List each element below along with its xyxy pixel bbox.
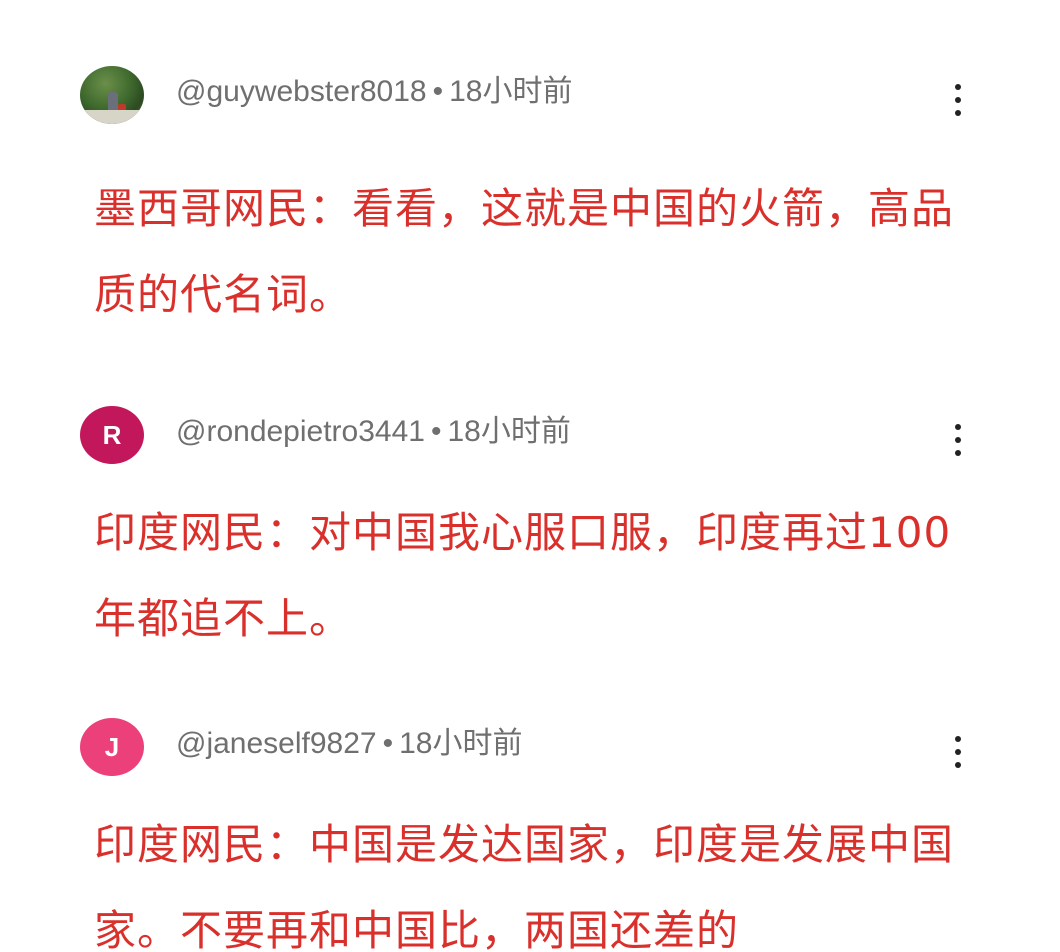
comment-text: 墨西哥网民：看看，这就是中国的火箭，高品质的代名词。	[94, 184, 955, 319]
meta-separator: •	[382, 727, 394, 760]
comment-time: 18小时前	[449, 75, 573, 108]
comment-meta: @rondepietro3441 • 18小时前	[176, 412, 571, 452]
avatar[interactable]: R	[80, 406, 144, 464]
more-vertical-icon	[955, 97, 961, 103]
author-handle[interactable]: @rondepietro3441	[176, 415, 425, 448]
more-options-button[interactable]	[942, 732, 974, 772]
avatar-letter: J	[104, 731, 120, 762]
more-vertical-icon	[955, 84, 961, 90]
more-vertical-icon	[955, 736, 961, 742]
more-vertical-icon	[955, 424, 961, 430]
avatar-letter: R	[102, 419, 122, 450]
comment-header: R @rondepietro3441 • 18小时前	[80, 406, 1020, 466]
comment-time: 18小时前	[447, 415, 571, 448]
comment-text: 印度网民：中国是发达国家，印度是发展中国家。不要再和中国比，两国还差的	[94, 820, 955, 952]
comment-header: J @janeself9827 • 18小时前	[80, 718, 1020, 778]
more-vertical-icon	[955, 437, 961, 443]
avatar-ground	[80, 110, 144, 124]
more-vertical-icon	[955, 110, 961, 116]
avatar[interactable]: J	[80, 718, 144, 776]
more-options-button[interactable]	[942, 80, 974, 120]
comment-header: @guywebster8018 • 18小时前	[80, 66, 1020, 126]
more-vertical-icon	[955, 450, 961, 456]
meta-separator: •	[432, 75, 444, 108]
avatar[interactable]	[80, 66, 144, 124]
comment-meta: @janeself9827 • 18小时前	[176, 724, 523, 764]
more-options-button[interactable]	[942, 420, 974, 460]
comment-time: 18小时前	[399, 727, 523, 760]
more-vertical-icon	[955, 749, 961, 755]
comment-text: 印度网民：对中国我心服口服，印度再过100年都追不上。	[94, 508, 952, 643]
comment-meta: @guywebster8018 • 18小时前	[176, 72, 573, 112]
author-handle[interactable]: @guywebster8018	[176, 75, 427, 108]
meta-separator: •	[430, 415, 442, 448]
more-vertical-icon	[955, 762, 961, 768]
author-handle[interactable]: @janeself9827	[176, 727, 377, 760]
